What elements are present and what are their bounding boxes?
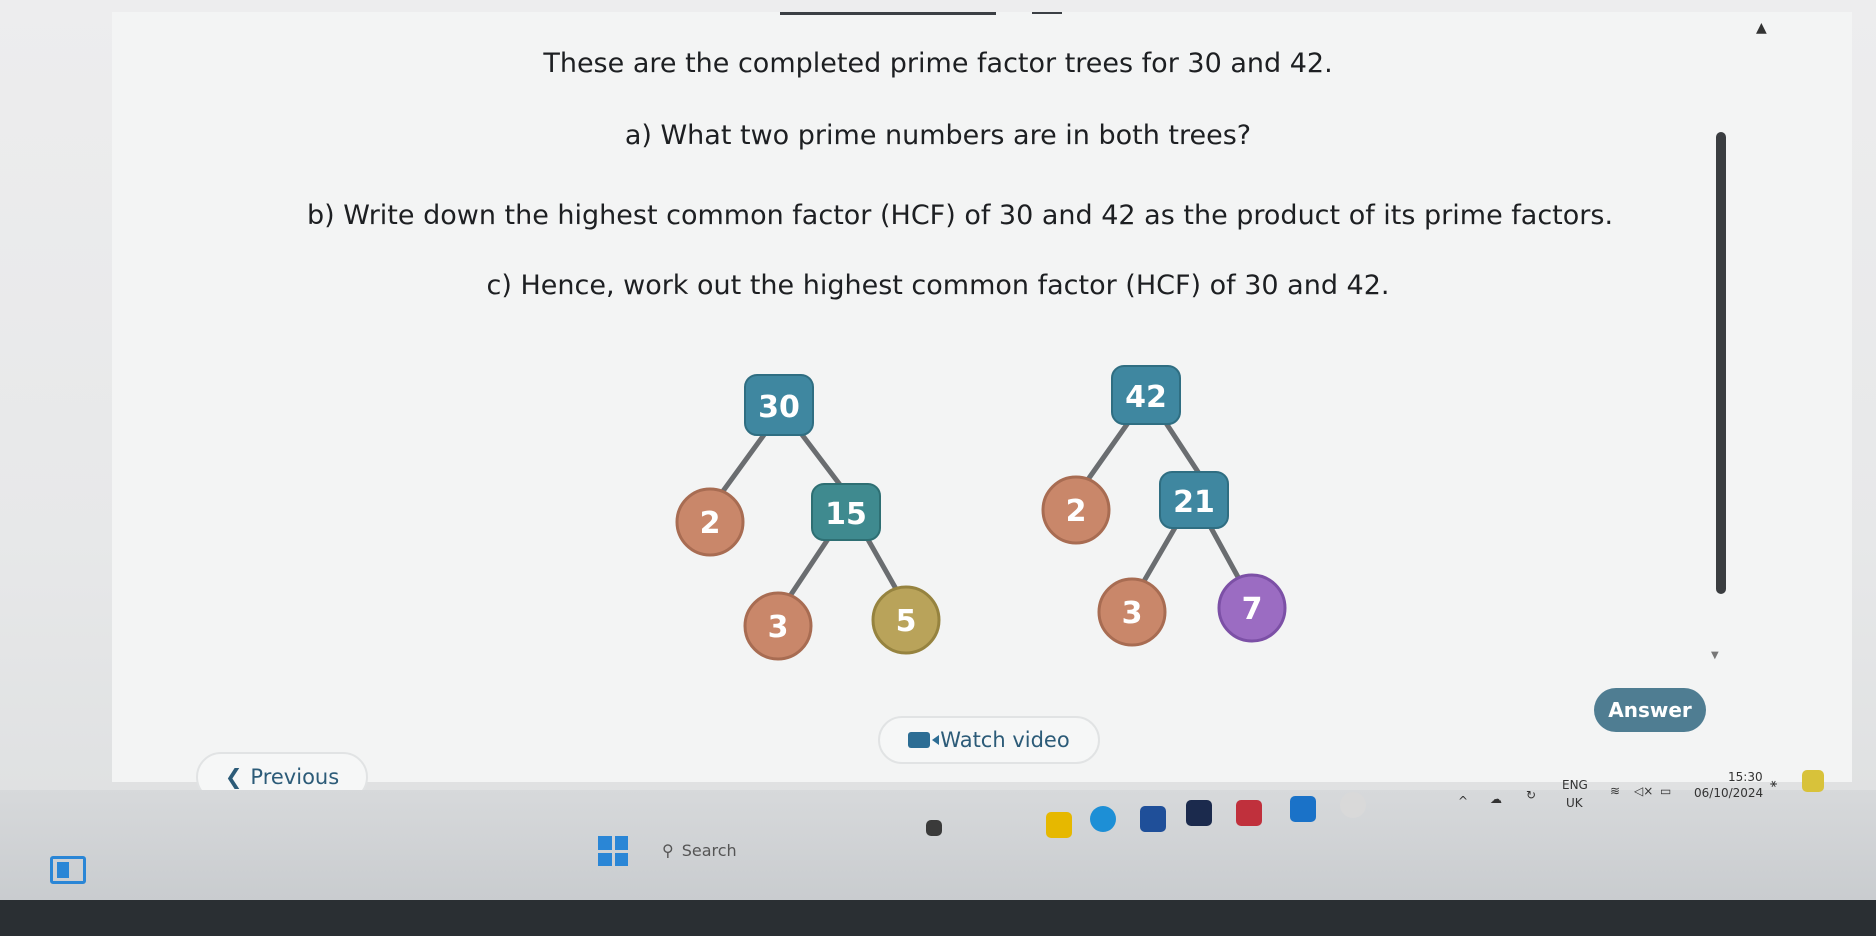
tree-30-composite-15-node: 15 (811, 483, 881, 541)
video-icon (908, 732, 931, 748)
app-icon-pocket[interactable] (1236, 800, 1262, 826)
wifi-icon[interactable]: ≋ (1610, 784, 1620, 798)
scroll-down-arrow-icon[interactable]: ▼ (1711, 650, 1719, 661)
clock-time[interactable]: 15:30 (1728, 770, 1763, 784)
tree-42-prime-7-label: 7 (1242, 592, 1263, 627)
tree-42-prime-7-node: 7 (1217, 573, 1287, 643)
tree-30-root-label: 30 (758, 390, 800, 425)
app-icon-app[interactable] (1290, 796, 1316, 822)
windows-start-icon[interactable] (598, 836, 628, 866)
taskbar (0, 790, 1876, 900)
widgets-icon[interactable] (50, 856, 86, 884)
tree-30-prime-2-label: 2 (700, 506, 721, 541)
search-icon: ⚲ (662, 840, 674, 860)
clock-date[interactable]: 06/10/2024 (1694, 786, 1763, 800)
refresh-icon[interactable]: ↻ (1526, 788, 1536, 802)
region-indicator[interactable]: UK (1566, 796, 1583, 810)
tree-30-prime-2-node: 2 (675, 487, 745, 557)
watch-video-label: Watch video (940, 728, 1070, 752)
tree-30-root-node: 30 (744, 374, 814, 436)
tree-42-composite-21-node: 21 (1159, 471, 1229, 529)
language-indicator[interactable]: ENG (1562, 778, 1588, 792)
app-icon-settings[interactable] (1340, 792, 1366, 818)
tree-30-prime-5-label: 5 (896, 604, 917, 639)
app-icon-edge[interactable] (1090, 806, 1116, 832)
chevron-left-icon: ❮ (224, 765, 243, 789)
bell-icon[interactable]: ⚹ (1770, 776, 1777, 791)
screen: ▲ These are the completed prime factor t… (0, 0, 1876, 900)
tree-42-prime-3-label: 3 (1122, 596, 1143, 631)
tree-42-root-node: 42 (1111, 365, 1181, 425)
tree-30-composite-15-label: 15 (825, 497, 867, 532)
cloud-icon[interactable]: ☁ (1490, 792, 1502, 806)
previous-label: Previous (250, 765, 340, 789)
vertical-scrollbar[interactable] (1716, 132, 1726, 594)
app-icon-store[interactable] (1140, 806, 1166, 832)
app-icon-files[interactable] (1046, 812, 1072, 838)
answer-button[interactable]: Answer (1594, 688, 1706, 732)
watch-video-button[interactable]: Watch video (878, 716, 1100, 764)
taskbar-search[interactable]: ⚲ Search (662, 832, 842, 868)
tree-30-prime-5-node: 5 (871, 585, 941, 655)
tree-42-prime-3-node: 3 (1097, 577, 1167, 647)
battery-icon[interactable]: ▭ (1660, 784, 1671, 798)
tree-42-composite-21-label: 21 (1173, 485, 1215, 520)
tray-chevron-up-icon[interactable]: ^ (1458, 794, 1468, 808)
search-placeholder: Search (681, 840, 737, 860)
tree-30-prime-3-node: 3 (743, 591, 813, 661)
tree-42-prime-2-node: 2 (1041, 475, 1111, 545)
app-icon-1[interactable] (926, 820, 942, 836)
app-icon-l[interactable] (1186, 800, 1212, 826)
tree-42-prime-2-label: 2 (1066, 494, 1087, 529)
tree-42-root-label: 42 (1125, 380, 1167, 415)
volume-icon[interactable]: ◁× (1634, 784, 1653, 798)
tree-30-prime-3-label: 3 (768, 610, 789, 645)
copilot-icon[interactable] (1802, 770, 1824, 792)
